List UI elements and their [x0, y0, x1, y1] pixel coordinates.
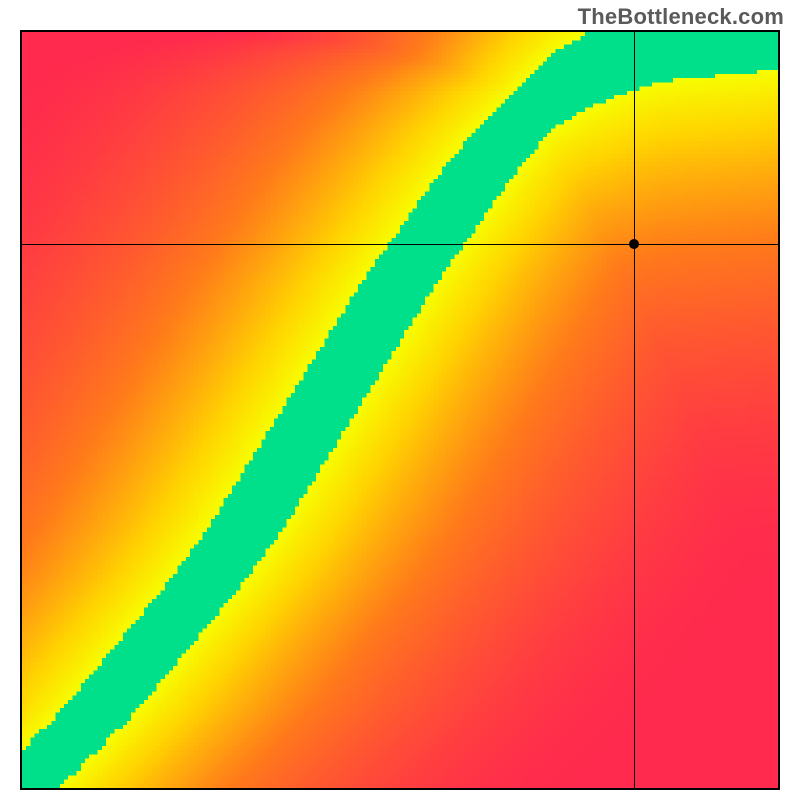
- watermark-label: TheBottleneck.com: [578, 4, 784, 30]
- crosshair-horizontal: [22, 244, 778, 245]
- heatmap-canvas: [22, 32, 778, 788]
- crosshair-vertical: [634, 32, 635, 788]
- chart-container: TheBottleneck.com: [0, 0, 800, 800]
- plot-frame: [20, 30, 780, 790]
- selection-marker: [629, 239, 639, 249]
- plot-area: [22, 32, 778, 788]
